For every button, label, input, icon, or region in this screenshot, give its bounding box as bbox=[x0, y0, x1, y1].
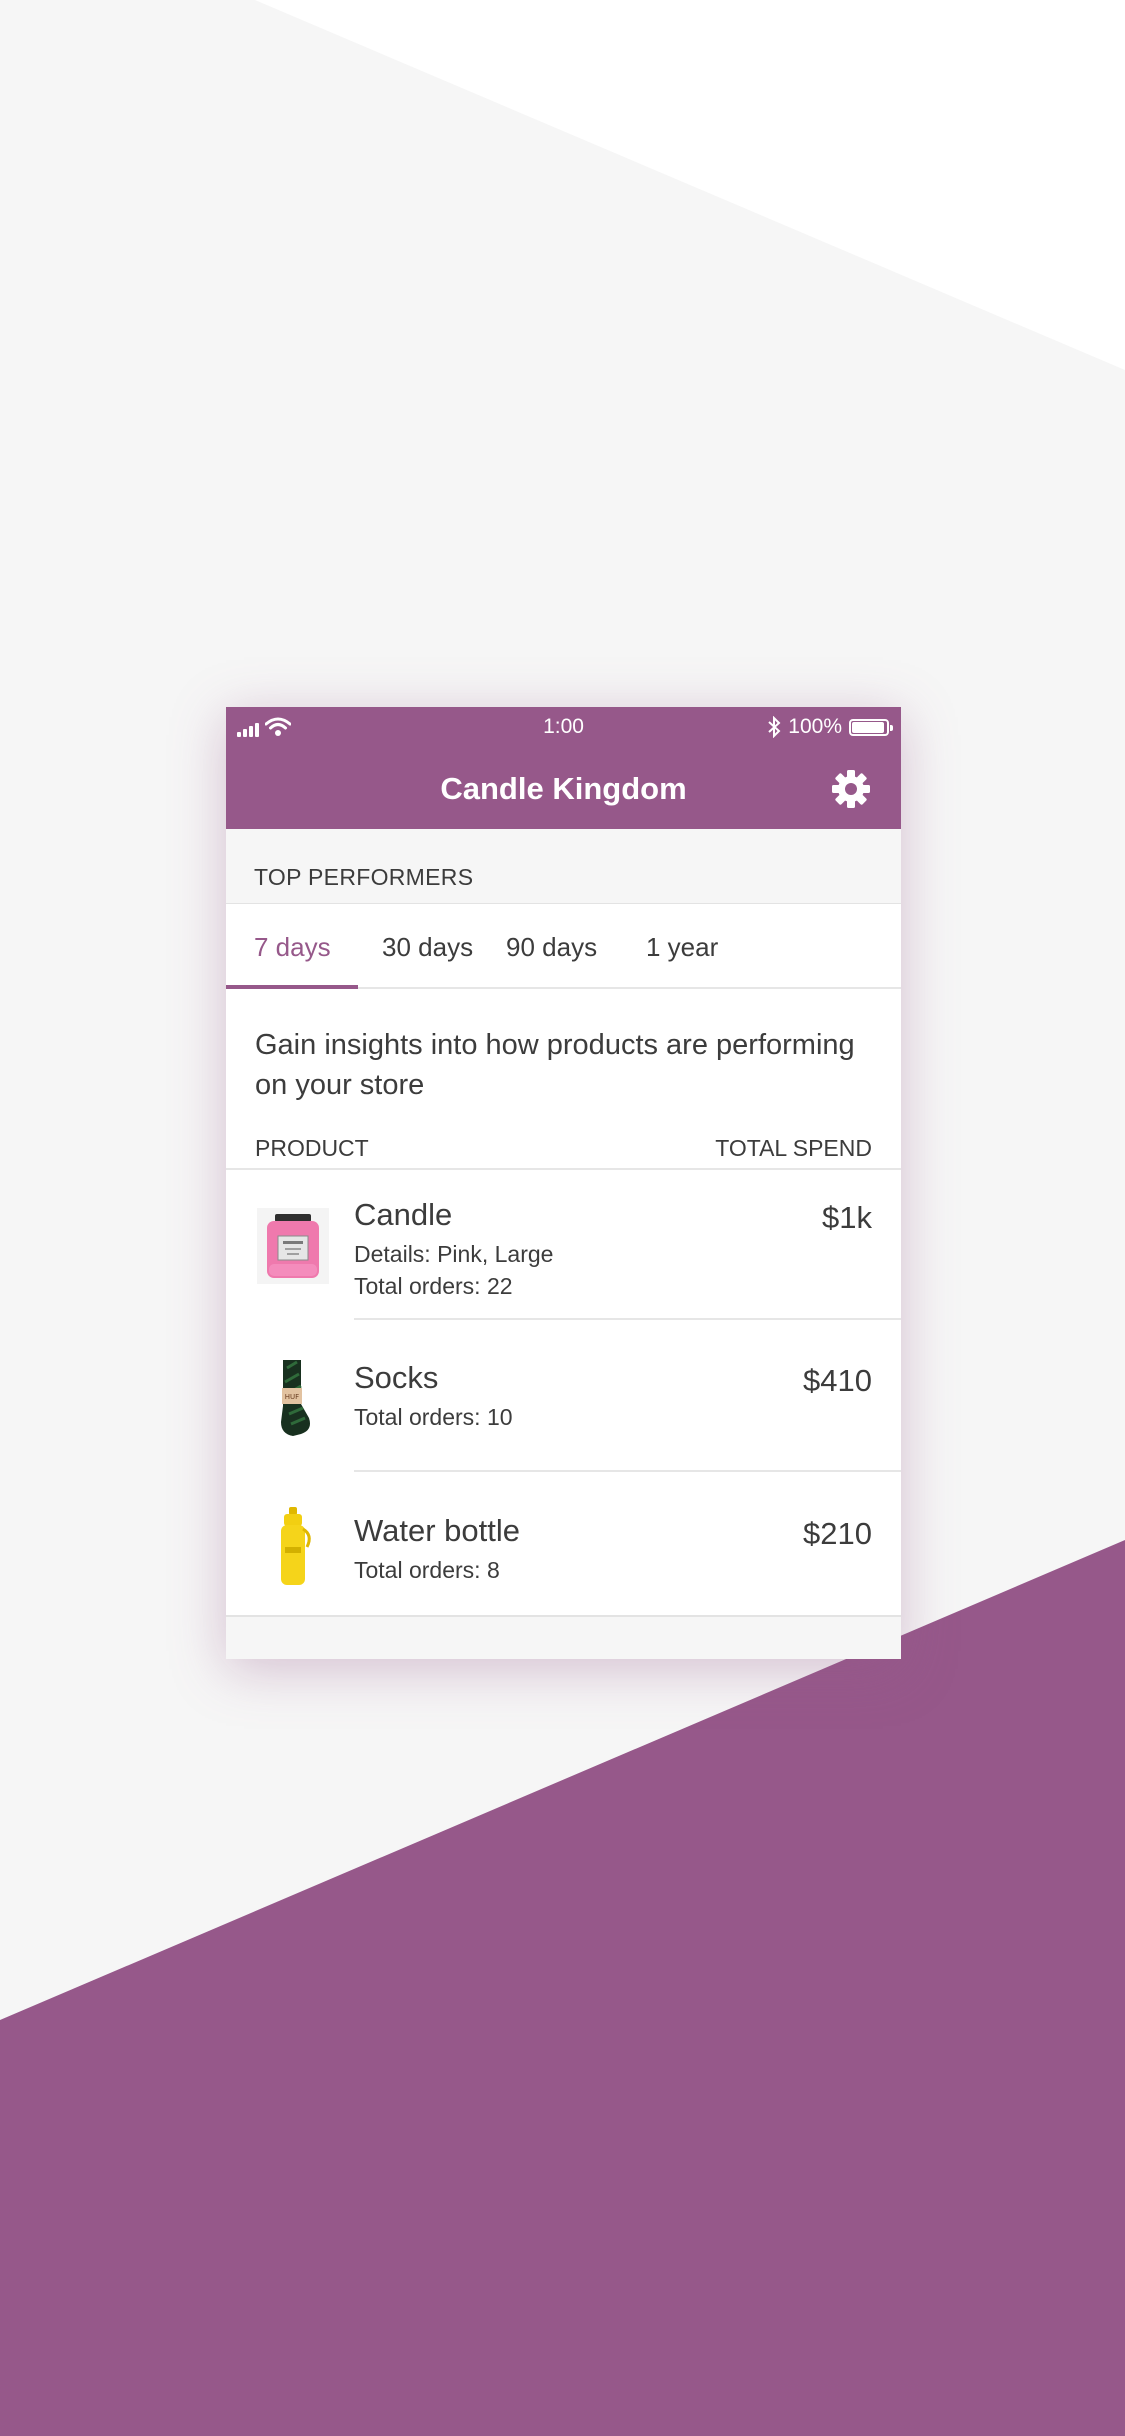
battery-percent: 100% bbox=[788, 715, 842, 738]
tab-label: 90 days bbox=[506, 932, 598, 962]
period-tabs: 7 days 30 days 90 days 1 year bbox=[226, 904, 901, 989]
column-product: PRODUCT bbox=[255, 1135, 369, 1161]
product-name: Water bottle bbox=[354, 1513, 520, 1548]
column-total-spend: TOTAL SPEND bbox=[715, 1135, 872, 1161]
product-name: Candle bbox=[354, 1197, 453, 1232]
product-spend: $410 bbox=[803, 1363, 872, 1398]
gear-icon[interactable] bbox=[831, 769, 871, 809]
product-orders: Total orders: 10 bbox=[354, 1404, 513, 1430]
section-title: TOP PERFORMERS bbox=[254, 864, 474, 890]
tab-30-days[interactable]: 30 days bbox=[358, 904, 486, 987]
svg-text:HUF: HUF bbox=[285, 1393, 299, 1401]
status-right: 100% bbox=[767, 715, 893, 739]
card-bottom-divider bbox=[226, 1615, 901, 1617]
row-divider bbox=[354, 1470, 901, 1472]
tab-90-days[interactable]: 90 days bbox=[486, 904, 626, 987]
candle-jar-image bbox=[257, 1208, 329, 1284]
section-header: TOP PERFORMERS bbox=[226, 829, 901, 904]
socks-image: HUF bbox=[281, 1360, 310, 1436]
product-name: Socks bbox=[354, 1360, 439, 1395]
tab-7-days[interactable]: 7 days bbox=[226, 904, 358, 989]
product-orders: Total orders: 8 bbox=[354, 1557, 500, 1583]
water-bottle-image bbox=[281, 1507, 311, 1585]
bluetooth-icon bbox=[768, 716, 781, 738]
status-bar: 1:00 100% bbox=[226, 707, 901, 747]
table-row[interactable]: HUF Socks Total orders: 10 $410 bbox=[226, 1320, 901, 1473]
product-orders: Total orders: 22 bbox=[354, 1273, 513, 1299]
tab-label: 30 days bbox=[382, 932, 474, 962]
tab-1-year[interactable]: 1 year bbox=[626, 904, 746, 987]
tab-label: 1 year bbox=[646, 932, 719, 962]
product-spend: $1k bbox=[822, 1200, 872, 1235]
intro-text: Gain insights into how products are perf… bbox=[255, 1029, 855, 1101]
top-performers-card: Gain insights into how products are perf… bbox=[226, 989, 901, 1616]
app-title: Candle Kingdom bbox=[440, 771, 687, 806]
table-row[interactable]: Candle Details: Pink, Large Total orders… bbox=[226, 1170, 901, 1320]
table-row[interactable]: Water bottle Total orders: 8 $210 bbox=[226, 1473, 901, 1615]
table-header: PRODUCT TOTAL SPEND bbox=[226, 1129, 901, 1170]
battery-icon bbox=[849, 718, 893, 736]
phone-screen: 1:00 100% Candle Kingdom TOP PERFORMERS … bbox=[226, 707, 901, 1659]
tab-label: 7 days bbox=[254, 932, 331, 962]
product-details: Details: Pink, Large bbox=[354, 1241, 554, 1267]
navigation-bar: Candle Kingdom bbox=[226, 747, 901, 829]
product-spend: $210 bbox=[803, 1516, 872, 1551]
